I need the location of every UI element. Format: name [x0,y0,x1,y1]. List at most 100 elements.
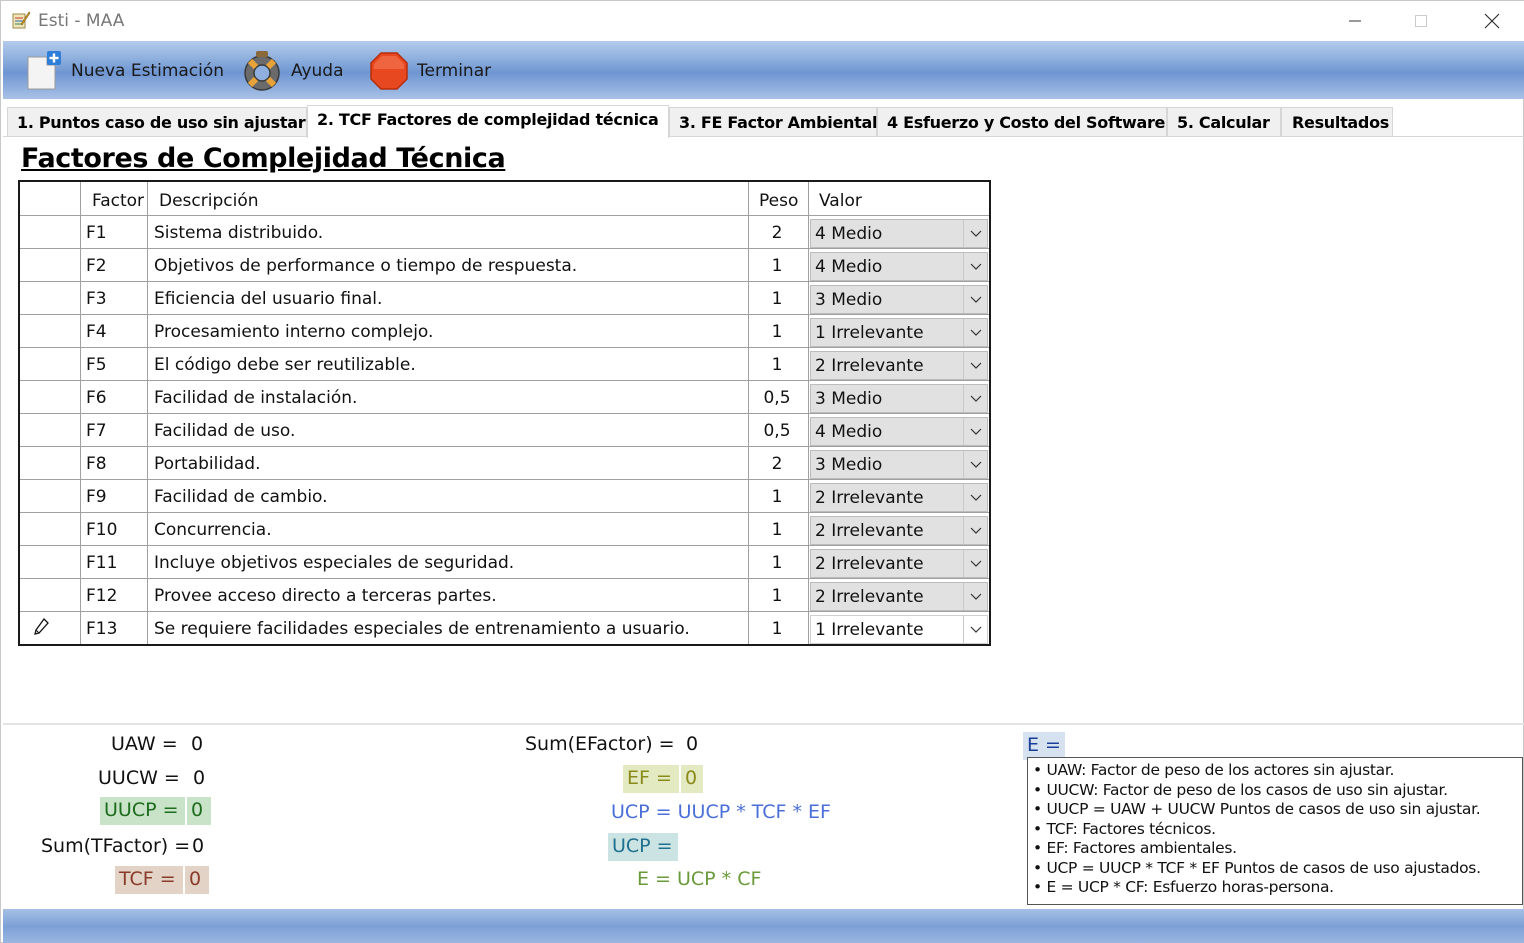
description-cell[interactable]: Facilidad de cambio. [154,480,744,513]
tab-tcf[interactable]: 2. TCF Factores de complejidad técnica [307,105,669,138]
header-factor[interactable]: Factor [92,182,144,216]
description-cell[interactable]: Facilidad de instalación. [154,381,744,414]
row-header[interactable] [20,249,80,282]
weight-cell[interactable]: 1 [750,546,804,579]
dropdown-button[interactable] [963,286,987,313]
tab-effort-cost[interactable]: 4 Esfuerzo y Costo del Software [877,107,1167,137]
weight-cell[interactable]: 1 [750,348,804,381]
dropdown-button[interactable] [963,517,987,544]
maximize-button[interactable] [1385,1,1457,41]
dropdown-button[interactable] [963,319,987,346]
dropdown-button[interactable] [963,253,987,280]
table-row[interactable]: F8 Portabilidad. 2 3 Medio [20,447,989,480]
row-header[interactable] [20,216,80,249]
table-row[interactable]: F3 Eficiencia del usuario final. 1 3 Medio [20,282,989,315]
weight-cell[interactable]: 1 [750,315,804,348]
exit-button[interactable]: Terminar [369,49,491,93]
dropdown-button[interactable] [963,550,987,577]
weight-cell[interactable]: 1 [750,480,804,513]
header-description[interactable]: Descripción [159,182,259,216]
dropdown-button[interactable] [963,352,987,379]
description-cell[interactable]: Facilidad de uso. [154,414,744,447]
dropdown-button[interactable] [963,583,987,610]
description-cell[interactable]: Objetivos de performance o tiempo de res… [154,249,744,282]
weight-cell[interactable]: 1 [750,612,804,645]
factor-cell[interactable]: F7 [86,414,146,447]
value-dropdown[interactable]: 1 Irrelevante [810,615,988,644]
value-dropdown[interactable]: 3 Medio [810,450,988,479]
dropdown-button[interactable] [963,484,987,511]
factor-cell[interactable]: F12 [86,579,146,612]
factor-cell[interactable]: F2 [86,249,146,282]
weight-cell[interactable]: 1 [750,579,804,612]
row-header[interactable] [20,381,80,414]
tab-unadjusted-points[interactable]: 1. Puntos caso de uso sin ajustar [7,107,307,137]
dropdown-button[interactable] [963,616,987,643]
help-button[interactable]: Ayuda [241,49,344,93]
factor-cell[interactable]: F10 [86,513,146,546]
close-button[interactable] [1456,1,1524,41]
value-dropdown[interactable]: 1 Irrelevante [810,318,988,347]
table-row[interactable]: F6 Facilidad de instalación. 0,5 3 Medio [20,381,989,414]
row-header[interactable] [20,579,80,612]
new-estimation-button[interactable]: Nueva Estimación [25,49,224,93]
tab-results[interactable]: Resultados [1281,107,1393,137]
value-dropdown[interactable]: 2 Irrelevante [810,483,988,512]
row-header[interactable] [20,480,80,513]
factor-cell[interactable]: F1 [86,216,146,249]
description-cell[interactable]: Sistema distribuido. [154,216,744,249]
value-dropdown[interactable]: 4 Medio [810,219,988,248]
weight-cell[interactable]: 0,5 [750,414,804,447]
table-row[interactable]: F11 Incluye objetivos especiales de segur… [20,546,989,579]
value-dropdown[interactable]: 4 Medio [810,252,988,281]
row-header[interactable] [20,612,80,645]
factor-cell[interactable]: F4 [86,315,146,348]
table-row[interactable]: F1 Sistema distribuido. 2 4 Medio [20,216,989,249]
minimize-button[interactable] [1319,1,1391,41]
tab-fe[interactable]: 3. FE Factor Ambiental [669,107,877,137]
description-cell[interactable]: Provee acceso directo a terceras partes. [154,579,744,612]
row-header[interactable] [20,414,80,447]
dropdown-button[interactable] [963,418,987,445]
header-weight[interactable]: Peso [759,182,798,216]
row-header[interactable] [20,282,80,315]
table-row[interactable]: F5 El código debe ser reutilizable. 1 2 Irr… [20,348,989,381]
factor-cell[interactable]: F8 [86,447,146,480]
factor-cell[interactable]: F6 [86,381,146,414]
description-cell[interactable]: Se requiere facilidades especiales de en… [154,612,744,645]
factor-cell[interactable]: F5 [86,348,146,381]
description-cell[interactable]: El código debe ser reutilizable. [154,348,744,381]
table-row[interactable]: F4 Procesamiento interno complejo. 1 1 Irre… [20,315,989,348]
header-value[interactable]: Valor [819,182,862,216]
description-cell[interactable]: Incluye objetivos especiales de segurida… [154,546,744,579]
weight-cell[interactable]: 1 [750,282,804,315]
dropdown-button[interactable] [963,385,987,412]
table-row[interactable]: F9 Facilidad de cambio. 1 2 Irrelevante [20,480,989,513]
value-dropdown[interactable]: 2 Irrelevante [810,351,988,380]
weight-cell[interactable]: 0,5 [750,381,804,414]
row-header[interactable] [20,447,80,480]
value-dropdown[interactable]: 3 Medio [810,285,988,314]
row-header[interactable] [20,546,80,579]
dropdown-button[interactable] [963,451,987,478]
row-header[interactable] [20,348,80,381]
value-dropdown[interactable]: 4 Medio [810,417,988,446]
table-row[interactable]: F12 Provee acceso directo a terceras part… [20,579,989,612]
value-dropdown[interactable]: 2 Irrelevante [810,549,988,578]
factor-cell[interactable]: F13 [86,612,146,645]
weight-cell[interactable]: 1 [750,249,804,282]
value-dropdown[interactable]: 2 Irrelevante [810,516,988,545]
value-dropdown[interactable]: 2 Irrelevante [810,582,988,611]
tab-calculate[interactable]: 5. Calcular [1167,107,1281,137]
dropdown-button[interactable] [963,220,987,247]
factor-cell[interactable]: F11 [86,546,146,579]
row-header[interactable] [20,315,80,348]
description-cell[interactable]: Eficiencia del usuario final. [154,282,744,315]
description-cell[interactable]: Concurrencia. [154,513,744,546]
description-cell[interactable]: Portabilidad. [154,447,744,480]
table-row[interactable]: F7 Facilidad de uso. 0,5 4 Medio [20,414,989,447]
table-row[interactable]: F10 Concurrencia. 1 2 Irrelevante [20,513,989,546]
description-cell[interactable]: Procesamiento interno complejo. [154,315,744,348]
factor-cell[interactable]: F9 [86,480,146,513]
row-header[interactable] [20,513,80,546]
